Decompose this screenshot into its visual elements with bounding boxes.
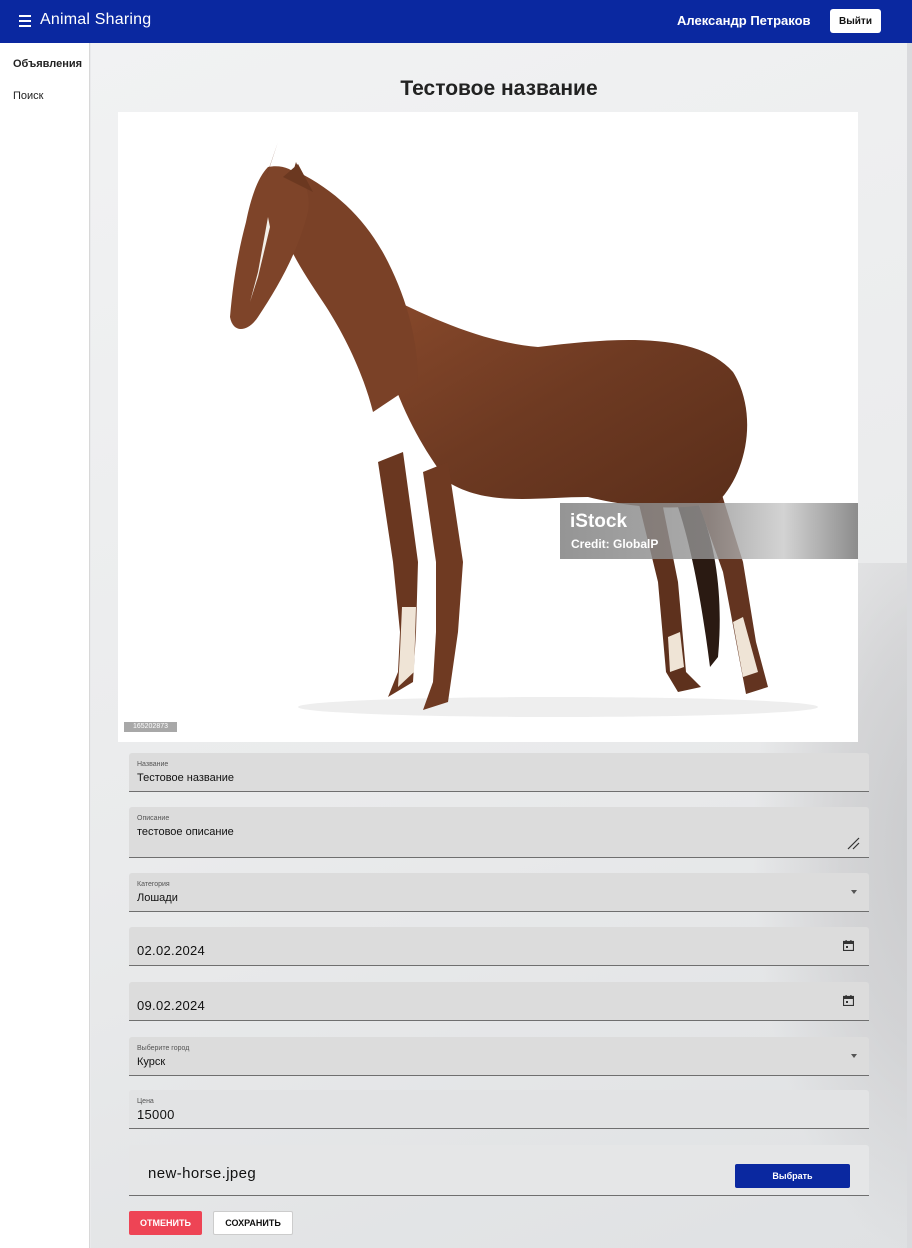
listing-photo: 165202873 iStock Credit: GlobalP <box>118 112 858 742</box>
menu-icon[interactable] <box>19 15 33 27</box>
main-content: Тестовое название 165202873 iStock Credi… <box>91 43 912 1248</box>
date-from-value[interactable]: 02.02.2024 <box>137 943 205 958</box>
category-select-label: Категория <box>137 881 170 888</box>
chevron-down-icon[interactable] <box>851 890 857 894</box>
chevron-down-icon[interactable] <box>851 1054 857 1058</box>
horse-image <box>230 142 818 717</box>
sidebar: Объявления Поиск <box>0 43 90 1248</box>
sidebar-item-search[interactable]: Поиск <box>13 90 43 102</box>
description-field-value[interactable]: тестовое описание <box>137 826 234 838</box>
date-to-field[interactable]: 09.02.2024 <box>129 982 869 1021</box>
app-title[interactable]: Animal Sharing <box>40 11 151 29</box>
save-button[interactable]: СОХРАНИТЬ <box>213 1211 293 1235</box>
city-select[interactable]: Выберите город Курск <box>129 1037 869 1076</box>
price-field-value[interactable]: 15000 <box>137 1107 175 1122</box>
description-field-label: Описание <box>137 815 170 822</box>
watermark-credit: Credit: GlobalP <box>571 537 659 551</box>
app-bar: Animal Sharing Александр Петраков Выйти <box>0 0 912 43</box>
date-from-field[interactable]: 02.02.2024 <box>129 927 869 966</box>
calendar-icon[interactable] <box>843 940 854 951</box>
resize-handle-icon[interactable] <box>846 836 860 850</box>
date-to-value[interactable]: 09.02.2024 <box>137 998 205 1013</box>
category-select[interactable]: Категория Лошади <box>129 873 869 912</box>
window-edge <box>907 43 912 1248</box>
category-select-value[interactable]: Лошади <box>137 892 178 904</box>
choose-file-button[interactable]: Выбрать <box>735 1164 850 1188</box>
cancel-button[interactable]: ОТМЕНИТЬ <box>129 1211 202 1235</box>
price-field-label: Цена <box>137 1098 154 1105</box>
sidebar-item-listings[interactable]: Объявления <box>13 58 82 70</box>
name-field-value[interactable]: Тестовое название <box>137 772 234 784</box>
file-name: new-horse.jpeg <box>148 1165 257 1182</box>
watermark-brand: iStock <box>570 511 628 532</box>
name-field-label: Название <box>137 761 169 768</box>
name-field[interactable]: Название Тестовое название <box>129 753 869 792</box>
user-name: Александр Петраков <box>677 13 811 28</box>
price-field[interactable]: Цена 15000 <box>129 1090 869 1129</box>
file-upload-field: new-horse.jpeg Выбрать <box>129 1145 869 1196</box>
stock-watermark: iStock Credit: GlobalP <box>560 503 858 559</box>
logout-button[interactable]: Выйти <box>830 9 881 33</box>
description-field[interactable]: Описание тестовое описание <box>129 807 869 858</box>
calendar-icon[interactable] <box>843 995 854 1006</box>
city-select-label: Выберите город <box>137 1045 190 1052</box>
page-title: Тестовое название <box>400 77 598 100</box>
stock-id-label: 165202873 <box>124 722 177 732</box>
city-select-value[interactable]: Курск <box>137 1056 165 1068</box>
